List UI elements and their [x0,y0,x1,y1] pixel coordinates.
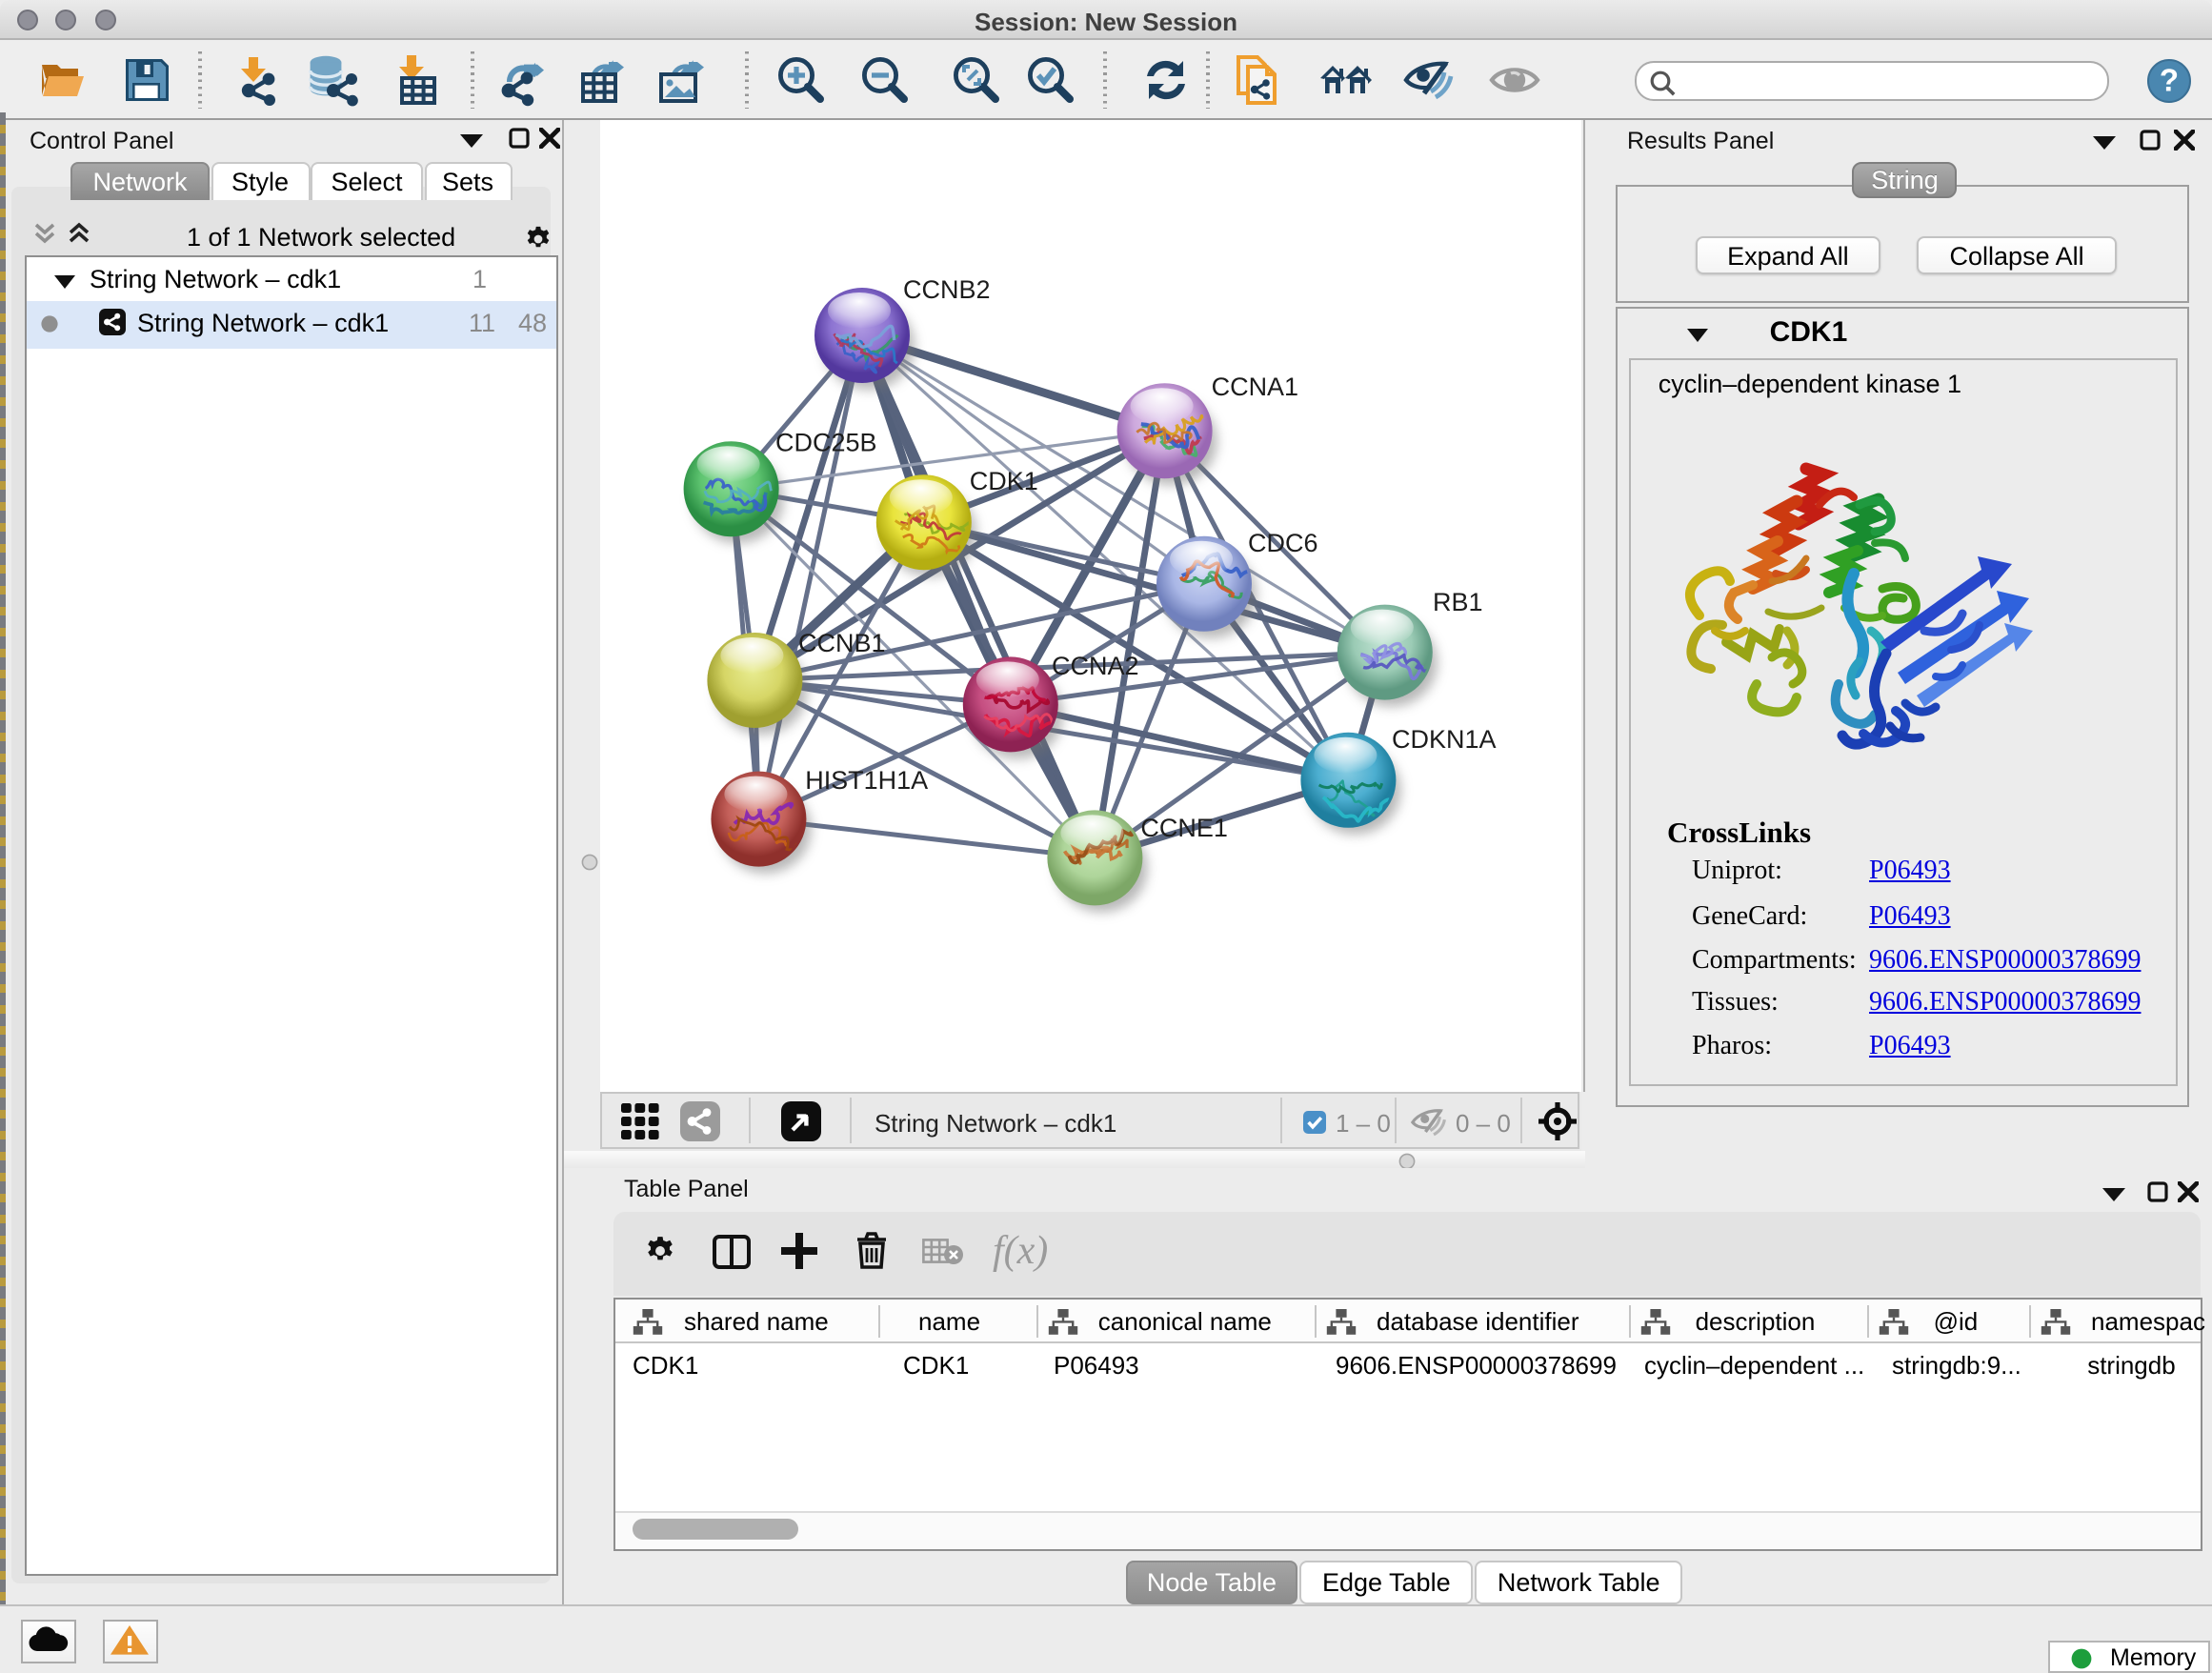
svg-text:CCNB1: CCNB1 [798,628,885,656]
svg-text:CCNE1: CCNE1 [1140,813,1227,841]
svg-text:CCNA2: CCNA2 [1052,651,1138,679]
svg-text:CDK1: CDK1 [970,466,1038,494]
svg-text:?: ? [2160,63,2179,98]
svg-text:CDKN1A: CDKN1A [1392,724,1496,753]
svg-text:CCNB2: CCNB2 [903,274,990,303]
svg-text:CDC6: CDC6 [1248,528,1317,556]
svg-text:RB1: RB1 [1433,587,1483,615]
svg-text:CCNA1: CCNA1 [1212,372,1298,400]
svg-text:CDC25B: CDC25B [775,427,876,455]
svg-text:HIST1H1A: HIST1H1A [805,765,928,794]
